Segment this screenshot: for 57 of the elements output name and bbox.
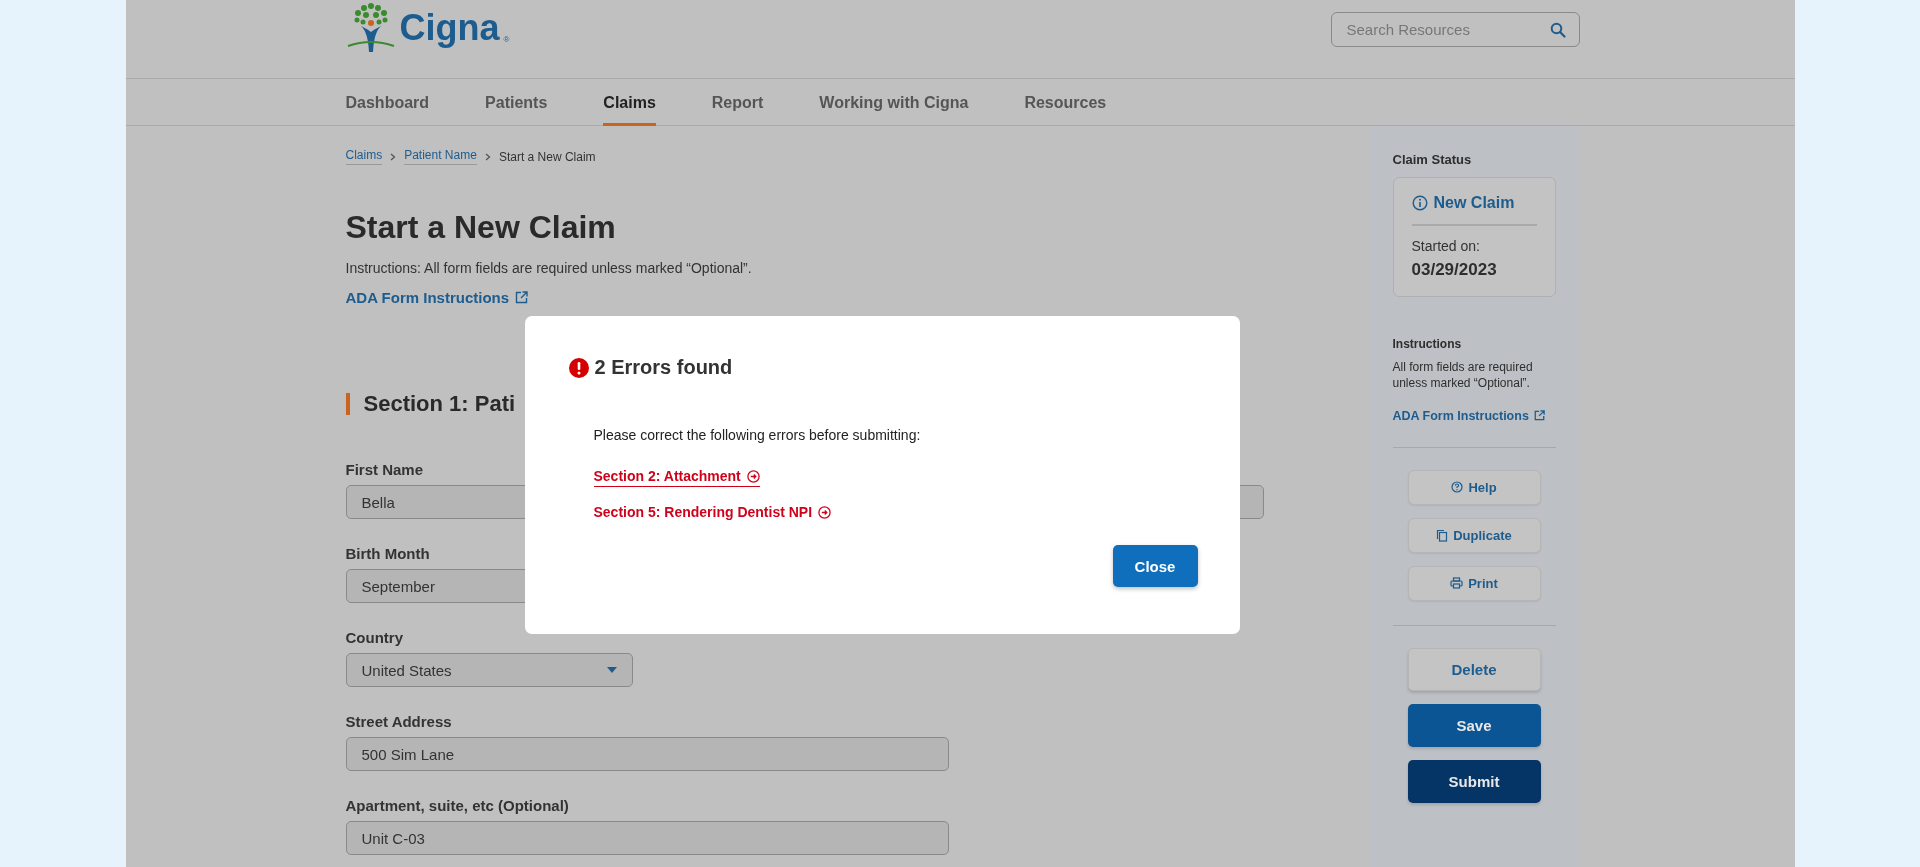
search-icon [1549, 22, 1566, 38]
country-dropdown[interactable]: United States [345, 653, 633, 687]
instructions-heading: Instructions [1392, 336, 1463, 351]
claim-status: New Claim [1433, 194, 1515, 212]
claim-status-heading: Claim Status [1392, 152, 1473, 167]
search-field[interactable]: Search Resources [1330, 12, 1580, 47]
instructions-text: Instructions: All form fields are required unless marked “Optional”. [345, 260, 753, 276]
tool-button[interactable]: Print [1407, 565, 1541, 601]
nav-tab[interactable]: Report [711, 79, 764, 126]
close-button[interactable]: Close [1112, 545, 1198, 587]
form-instructions-link[interactable]: ADA Form Instructions [1392, 408, 1556, 423]
registered-mark: ® [503, 35, 510, 46]
copy-icon [1436, 528, 1449, 542]
save-button[interactable]: Save [1407, 703, 1541, 747]
section-heading: Section 1: Pati [363, 391, 516, 417]
chevron-icon [390, 152, 397, 161]
logo-wordmark: Cigna [399, 10, 500, 50]
tool-button[interactable]: Help [1407, 469, 1541, 505]
nav-tab[interactable]: Patients [485, 79, 548, 126]
field-label: Birth Month [345, 545, 430, 562]
nav-tab[interactable]: Working with Cigna [819, 79, 969, 126]
nav-tab[interactable]: Dashboard [345, 79, 430, 126]
chevron-icon [484, 152, 491, 161]
field-label: First Name [345, 461, 424, 478]
error-link[interactable]: Section 5: Rendering Dentist NPI [593, 504, 832, 523]
breadcrumb-current: Start a New Claim [498, 149, 596, 164]
field-label: Street Address [345, 713, 452, 730]
info-icon [1411, 195, 1428, 211]
started-label: Started on: [1411, 237, 1481, 254]
error-link[interactable]: Section 2: Attachment [593, 468, 760, 487]
delete-button[interactable]: Delete [1407, 647, 1541, 691]
arrow-circle-icon [746, 469, 760, 483]
tree-logo-icon [345, 2, 396, 54]
started-date: 03/29/2023 [1411, 259, 1498, 280]
input-field[interactable]: 500 Sim Lane [345, 737, 949, 771]
tool-button[interactable]: Duplicate [1407, 517, 1541, 553]
section-accent-bar [345, 393, 350, 415]
printer-icon [1450, 577, 1464, 590]
breadcrumb-link[interactable]: Patient Name [404, 148, 477, 165]
instructions-text: All form fields are required unless marked “Optional”. [1392, 358, 1534, 391]
field-label: Apartment, suite, etc (Optional) [345, 797, 569, 814]
arrow-circle-icon [818, 505, 832, 519]
breadcrumb-link[interactable]: Claims [345, 148, 383, 165]
nav-tab[interactable]: Resources [1024, 79, 1107, 126]
field-label: Country [345, 629, 403, 646]
page-title: Start a New Claim [345, 209, 617, 246]
external-link-icon [1533, 410, 1545, 422]
help-icon [1451, 481, 1464, 494]
caret-icon [606, 667, 617, 673]
error-icon [568, 357, 589, 378]
external-link-icon [515, 291, 529, 304]
dialog-title: 2 Errors found [594, 356, 733, 379]
input-field[interactable]: Unit C-03 [345, 821, 949, 855]
submit-button[interactable]: Submit [1407, 759, 1541, 803]
nav-tab[interactable]: Claims [603, 79, 656, 126]
form-instructions-link[interactable]: ADA Form Instructions [345, 289, 529, 306]
dialog-message: Please correct the following errors before submitting: [593, 427, 922, 443]
